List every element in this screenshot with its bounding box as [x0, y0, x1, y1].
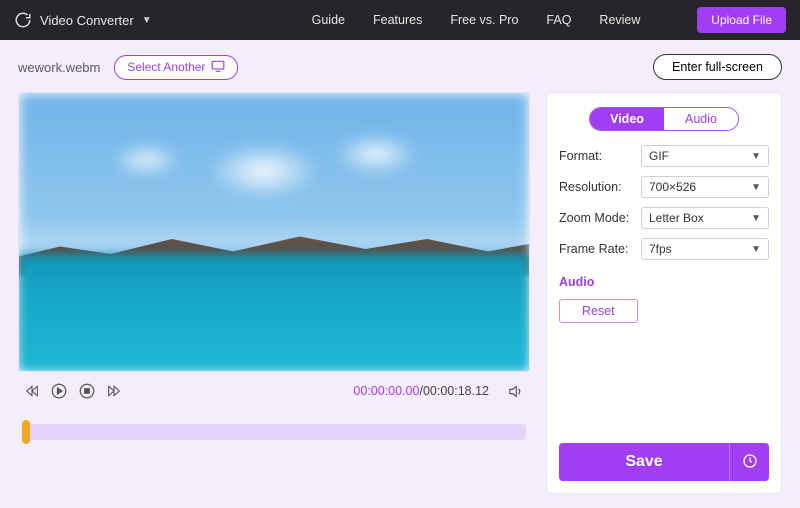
- select-format[interactable]: GIF ▼: [641, 145, 769, 167]
- video-preview[interactable]: [18, 92, 530, 372]
- audio-section-title: Audio: [559, 275, 769, 289]
- row-format: Format: GIF ▼: [559, 145, 769, 167]
- label-resolution: Resolution:: [559, 180, 641, 194]
- nav-guide[interactable]: Guide: [312, 13, 345, 27]
- reset-button[interactable]: Reset: [559, 299, 638, 323]
- tab-video[interactable]: Video: [590, 108, 664, 130]
- brand[interactable]: Video Converter ▼: [14, 11, 152, 29]
- skip-forward-icon[interactable]: [106, 383, 122, 399]
- nav-free-vs-pro[interactable]: Free vs. Pro: [450, 13, 518, 27]
- tab-audio[interactable]: Audio: [664, 108, 738, 130]
- top-nav: Guide Features Free vs. Pro FAQ Review: [312, 13, 641, 27]
- volume-icon[interactable]: [507, 383, 524, 400]
- nav-faq[interactable]: FAQ: [546, 13, 571, 27]
- time-current: 00:00:00.00: [353, 384, 419, 398]
- row-zoom: Zoom Mode: Letter Box ▼: [559, 207, 769, 229]
- row-resolution: Resolution: 700×526 ▼: [559, 176, 769, 198]
- chevron-down-icon: ▼: [751, 213, 761, 224]
- label-framerate: Frame Rate:: [559, 242, 641, 256]
- select-framerate[interactable]: 7fps ▼: [641, 238, 769, 260]
- chevron-down-icon: ▼: [751, 244, 761, 255]
- save-history-button[interactable]: [729, 443, 769, 481]
- current-filename: wework.webm: [18, 60, 100, 75]
- label-zoom: Zoom Mode:: [559, 211, 641, 225]
- chevron-down-icon: ▼: [751, 182, 761, 193]
- nav-review[interactable]: Review: [599, 13, 640, 27]
- sub-toolbar: wework.webm Select Another Enter full-sc…: [0, 40, 800, 92]
- chevron-down-icon: ▼: [142, 15, 152, 26]
- save-button[interactable]: Save: [559, 443, 729, 481]
- row-framerate: Frame Rate: 7fps ▼: [559, 238, 769, 260]
- monitor-icon: [211, 60, 225, 75]
- value-framerate: 7fps: [649, 242, 672, 256]
- select-resolution[interactable]: 700×526 ▼: [641, 176, 769, 198]
- stop-icon[interactable]: [78, 382, 96, 400]
- value-zoom: Letter Box: [649, 211, 704, 225]
- clock-icon: [742, 453, 758, 472]
- value-format: GIF: [649, 149, 669, 163]
- player-column: 00:00:00.00/00:00:18.12: [18, 92, 530, 494]
- upload-file-button[interactable]: Upload File: [697, 7, 786, 33]
- time-display: 00:00:00.00/00:00:18.12: [353, 384, 489, 398]
- panel-footer: Save: [559, 443, 769, 481]
- select-zoom[interactable]: Letter Box ▼: [641, 207, 769, 229]
- preview-water: [19, 254, 529, 371]
- select-another-label: Select Another: [127, 60, 205, 74]
- fullscreen-button[interactable]: Enter full-screen: [653, 54, 782, 80]
- nav-features[interactable]: Features: [373, 13, 422, 27]
- skip-back-icon[interactable]: [24, 383, 40, 399]
- timeline-track[interactable]: [22, 424, 526, 440]
- transport-icons: [24, 382, 122, 400]
- refresh-icon: [14, 11, 32, 29]
- settings-panel: Video Audio Format: GIF ▼ Resolution: 70…: [546, 92, 782, 494]
- timeline-area: [18, 406, 530, 440]
- value-resolution: 700×526: [649, 180, 696, 194]
- chevron-down-icon: ▼: [751, 151, 761, 162]
- settings-tabs: Video Audio: [589, 107, 739, 131]
- app-header: Video Converter ▼ Guide Features Free vs…: [0, 0, 800, 40]
- brand-label: Video Converter: [40, 13, 134, 28]
- play-icon[interactable]: [50, 382, 68, 400]
- player-controls: 00:00:00.00/00:00:18.12: [18, 372, 530, 406]
- time-total: 00:00:18.12: [423, 384, 489, 398]
- main-area: 00:00:00.00/00:00:18.12 Video Audio Form…: [0, 92, 800, 508]
- label-format: Format:: [559, 149, 641, 163]
- select-another-button[interactable]: Select Another: [114, 55, 238, 80]
- timeline-handle[interactable]: [22, 420, 30, 444]
